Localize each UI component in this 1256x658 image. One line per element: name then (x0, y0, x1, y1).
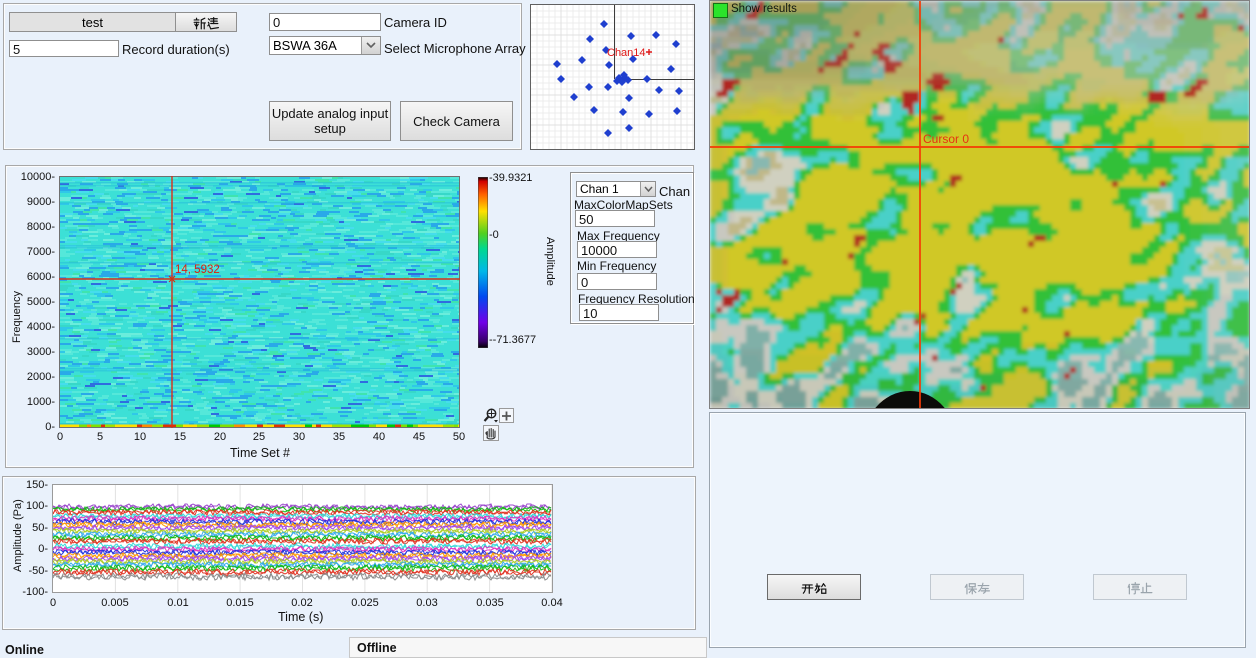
svg-text:14, 5932: 14, 5932 (175, 264, 220, 276)
svg-text:Chan14: Chan14 (607, 47, 646, 59)
